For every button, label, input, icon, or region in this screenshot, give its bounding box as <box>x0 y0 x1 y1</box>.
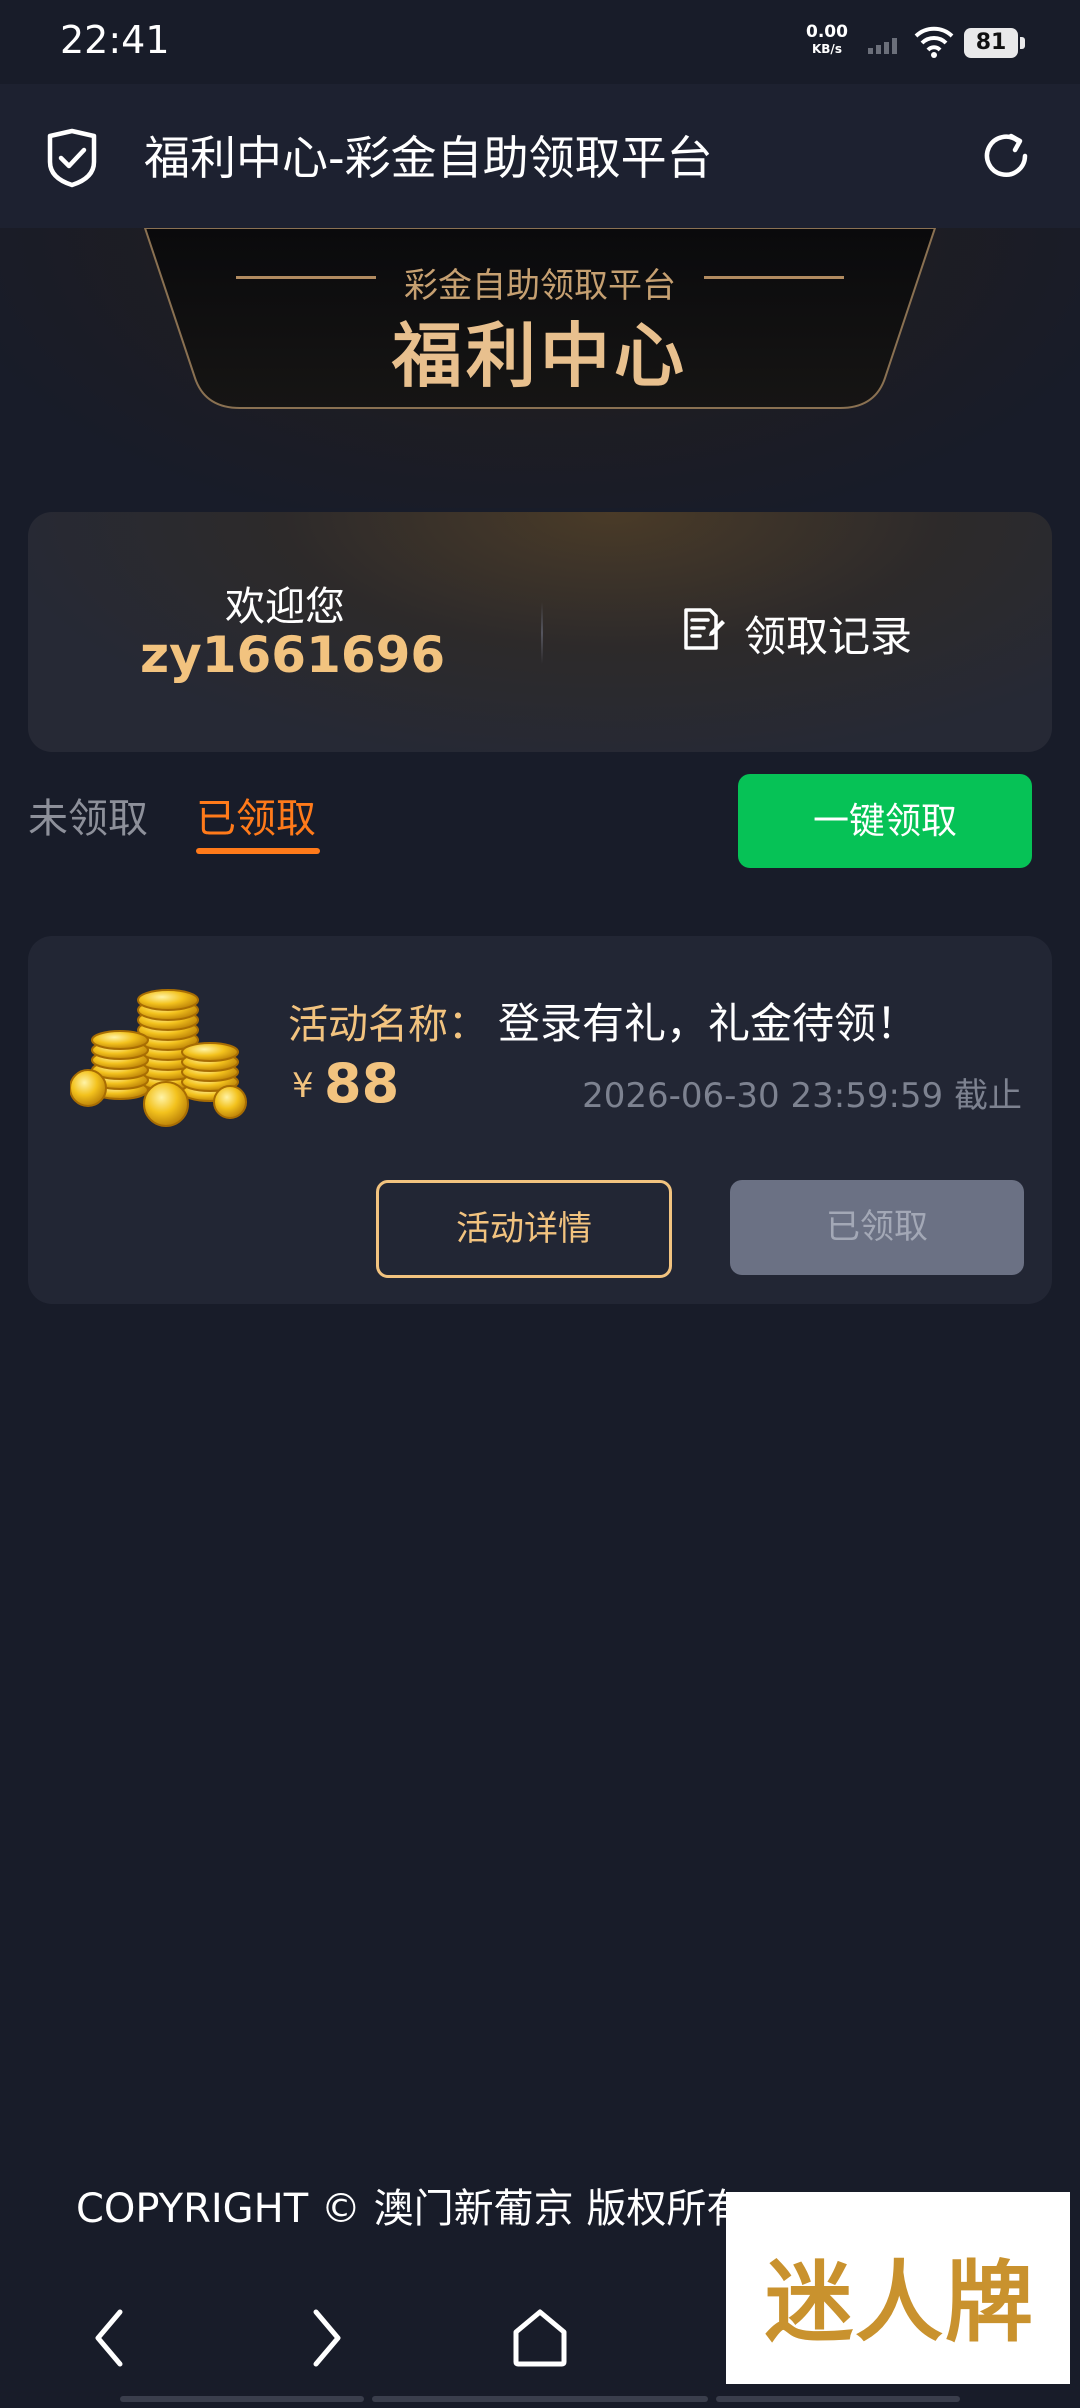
wifi-icon <box>914 26 954 58</box>
currency-symbol: ¥ <box>292 1066 314 1106</box>
deadline: 2026-06-30 23:59:59 截止 <box>582 1076 1022 1116</box>
activity-name-label: 活动名称： <box>288 1002 488 1048</box>
activity-name: 登录有礼，礼金待领！ <box>498 999 919 1048</box>
network-speed: 0.00 KB/s <box>806 24 848 58</box>
status-time: 22:41 <box>60 18 170 62</box>
home-bar-segment <box>372 2396 708 2402</box>
network-speed-unit: KB/s <box>811 42 842 56</box>
refresh-icon[interactable] <box>978 128 1034 184</box>
signal-icon <box>868 38 897 54</box>
network-speed-value: 0.00 <box>806 22 848 42</box>
home-bar-segment <box>716 2396 960 2402</box>
battery-indicator: 81 <box>964 28 1025 58</box>
divider <box>541 602 543 664</box>
active-tab-indicator <box>196 848 320 854</box>
shield-check-icon <box>47 128 97 188</box>
back-icon[interactable] <box>90 2306 130 2370</box>
tab-claimed[interactable]: 已领取 <box>196 786 316 844</box>
claimed-status-button: 已领取 <box>730 1180 1024 1275</box>
gold-coins-icon <box>70 989 247 1127</box>
forward-icon[interactable] <box>306 2306 346 2370</box>
activity-detail-button[interactable]: 活动详情 <box>376 1180 672 1278</box>
watermark-logo: 迷人牌 <box>764 2250 1035 2354</box>
username: zy1661696 <box>140 626 446 684</box>
page-title: 福利中心-彩金自助领取平台 <box>144 131 713 185</box>
banner-title: 福利中心 <box>392 315 688 397</box>
bonus-amount: 88 <box>324 1052 400 1115</box>
claim-record-label: 领取记录 <box>744 612 913 661</box>
banner-line-left <box>236 276 376 279</box>
welcome-greeting: 欢迎您 <box>225 584 345 630</box>
claim-all-button[interactable]: 一键领取 <box>738 774 1032 868</box>
record-icon <box>684 608 725 650</box>
banner-line-right <box>704 276 844 279</box>
tab-unclaimed[interactable]: 未领取 <box>28 786 148 844</box>
home-icon[interactable] <box>510 2306 570 2370</box>
home-bar-segment <box>120 2396 364 2402</box>
